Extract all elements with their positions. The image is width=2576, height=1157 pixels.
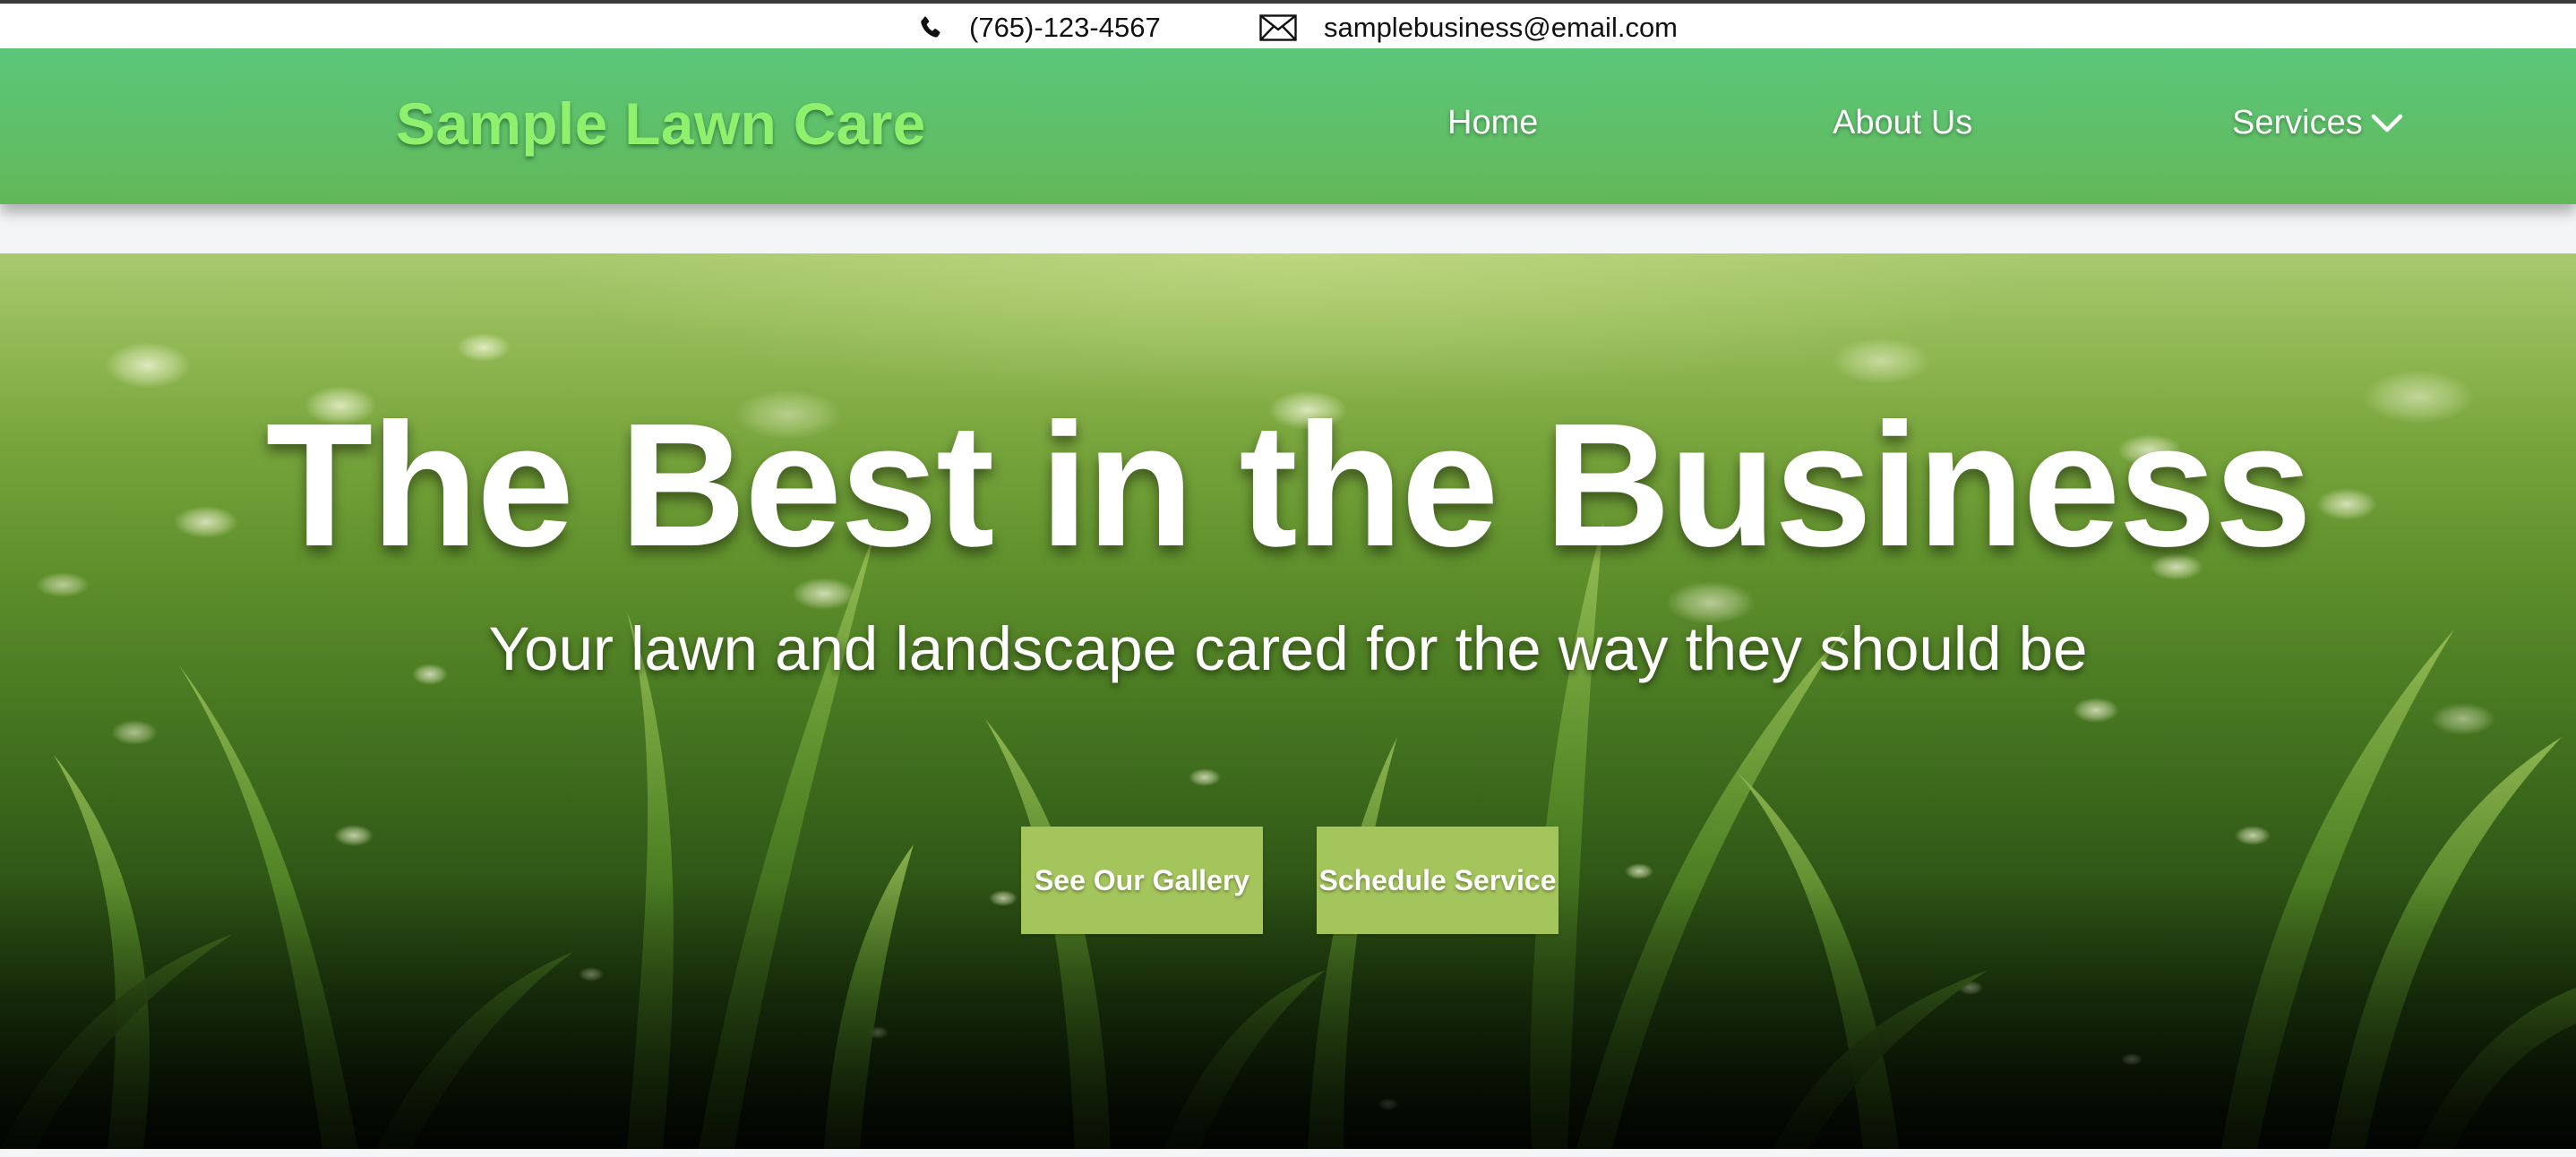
hero-section: The Best in the Business Your lawn and l… [0, 253, 2576, 1149]
schedule-service-button[interactable]: Schedule Service [1317, 827, 1558, 934]
contact-bar: (765)-123-4567 samplebusiness@email.com [0, 0, 2576, 48]
phone-icon [917, 13, 944, 43]
see-gallery-button[interactable]: See Our Gallery [1021, 827, 1263, 934]
envelope-icon [1259, 14, 1297, 41]
page-bottom-strip [0, 1149, 2576, 1157]
email-contact[interactable]: samplebusiness@email.com [1259, 7, 1678, 48]
nav-services[interactable]: Services [2232, 104, 2404, 142]
phone-number: (765)-123-4567 [969, 12, 1161, 43]
email-address: samplebusiness@email.com [1324, 12, 1679, 43]
nav-about-us[interactable]: About Us [1833, 104, 1972, 142]
hero-title: The Best in the Business [265, 387, 2313, 583]
nav-home[interactable]: Home [1447, 104, 1538, 142]
site-header: Sample Lawn Care Home About Us Services [0, 48, 2576, 204]
nav-services-label: Services [2232, 104, 2363, 141]
chevron-down-icon [2370, 112, 2404, 135]
phone-contact[interactable]: (765)-123-4567 [917, 7, 1161, 48]
hero-subtitle: Your lawn and landscape cared for the wa… [488, 614, 2088, 683]
site-logo[interactable]: Sample Lawn Care [396, 90, 926, 158]
